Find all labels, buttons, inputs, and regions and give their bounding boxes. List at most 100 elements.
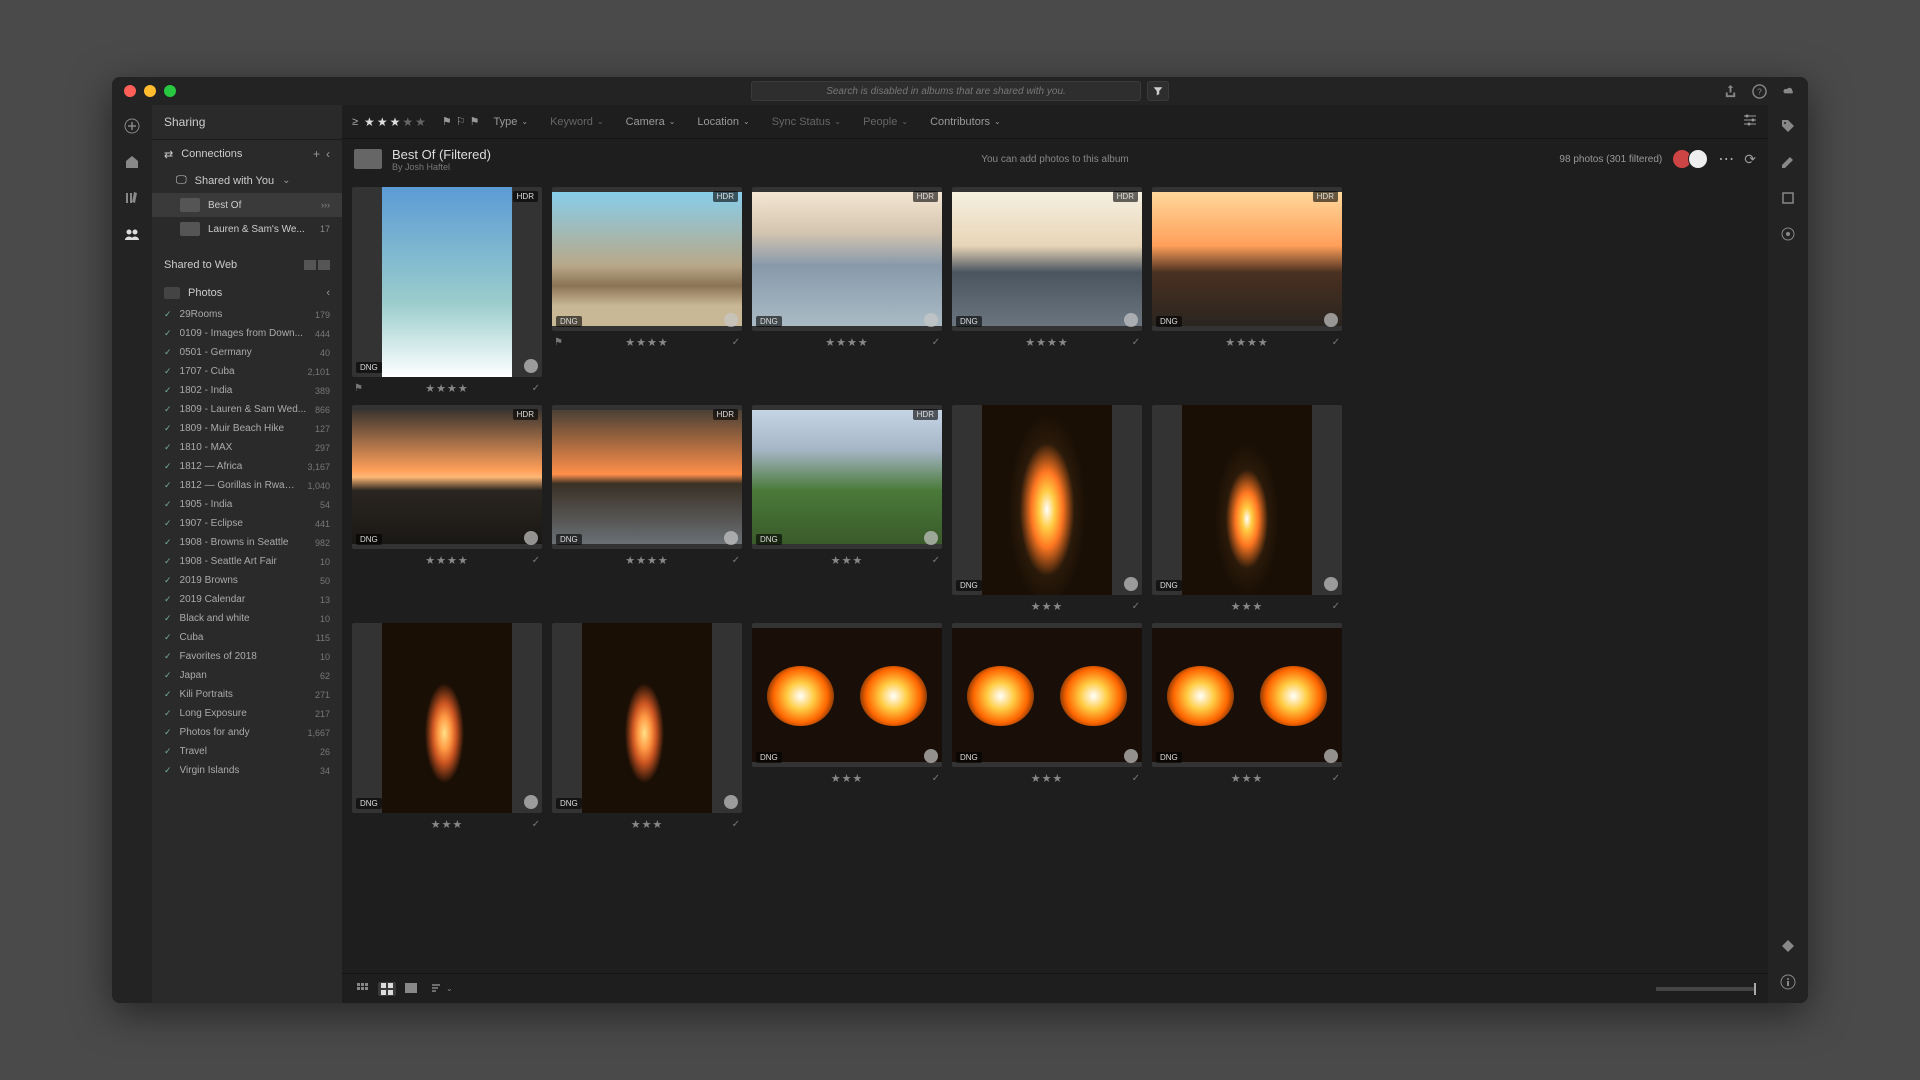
web-album-item[interactable]: ✓ Travel 26 [152,742,342,761]
web-album-item[interactable]: ✓ 1810 - MAX 297 [152,438,342,457]
photo-cell[interactable]: DNG ★★★ ✓ [952,623,1142,831]
photo-thumbnail[interactable]: HDR DNG [1152,187,1342,331]
photo-thumbnail[interactable]: DNG [952,623,1142,767]
web-album-item[interactable]: ✓ 29Rooms 179 [152,305,342,324]
photo-thumbnail[interactable]: DNG [1152,405,1342,595]
photo-thumbnail[interactable]: DNG [752,623,942,767]
rating-stars[interactable]: ★★★ [1031,772,1064,785]
refresh-icon[interactable]: ⟳ [1744,151,1756,168]
target-icon[interactable] [1779,225,1797,243]
rating-stars[interactable]: ★★★★ [625,336,668,349]
rating-stars[interactable]: ★★★ [831,772,864,785]
photo-cell[interactable]: DNG ★★★ ✓ [752,623,942,831]
flag-pick-icon[interactable]: ⚑ [442,115,452,128]
web-album-item[interactable]: ✓ 2019 Calendar 13 [152,590,342,609]
search-input[interactable]: Search is disabled in albums that are sh… [751,81,1141,101]
shared-album-item[interactable]: Lauren & Sam's We... 17 [152,217,342,241]
sidebar-view-toggles[interactable] [304,260,330,270]
rating-stars[interactable]: ★★★★ [625,554,668,567]
photo-cell[interactable]: DNG ★★★ ✓ [952,405,1142,613]
filter-type[interactable]: Type⌄ [486,116,537,128]
rating-stars[interactable]: ★★★★ [425,382,468,395]
web-album-item[interactable]: ✓ 1707 - Cuba 2,101 [152,362,342,381]
web-album-item[interactable]: ✓ 1809 - Muir Beach Hike 127 [152,419,342,438]
photo-thumbnail[interactable]: DNG [552,623,742,813]
filter-button[interactable] [1147,81,1169,101]
sharing-icon[interactable] [123,225,141,243]
rating-stars[interactable]: ★★★ [431,818,464,831]
web-album-item[interactable]: ✓ Black and white 10 [152,609,342,628]
photo-thumbnail[interactable]: HDR DNG [552,405,742,549]
grid-toggle-icon[interactable] [304,260,316,270]
web-album-item[interactable]: ✓ Cuba 115 [152,628,342,647]
photo-grid[interactable]: HDR DNG ⚑ ★★★★ ✓ HDR DNG ⚑ ★★★★ ✓ [342,179,1768,973]
rating-stars[interactable]: ★★★★ [1025,336,1068,349]
photo-cell[interactable]: HDR DNG ★★★★ ✓ [752,187,942,395]
library-icon[interactable] [123,189,141,207]
share-icon[interactable] [1723,84,1738,99]
web-album-item[interactable]: ✓ 1812 — Africa 3,167 [152,457,342,476]
rating-stars[interactable]: ★★★ [1231,600,1264,613]
flag-filter[interactable]: ⚑ ⚐ ⚑ [442,115,480,128]
cloud-icon[interactable] [1781,84,1796,99]
edit-icon[interactable] [1779,153,1797,171]
web-album-item[interactable]: ✓ 1908 - Browns in Seattle 982 [152,533,342,552]
view-single-icon[interactable] [402,982,420,996]
connections-row[interactable]: ⇄ Connections + ‹ [152,140,342,168]
web-album-item[interactable]: ✓ Kili Portraits 271 [152,685,342,704]
filter-contributors[interactable]: Contributors⌄ [922,116,1009,128]
photo-thumbnail[interactable]: DNG [952,405,1142,595]
photo-cell[interactable]: DNG ★★★ ✓ [1152,623,1342,831]
photo-cell[interactable]: DNG ★★★ ✓ [352,623,542,831]
rating-comparator[interactable]: ≥ [352,116,358,128]
help-icon[interactable]: ? [1752,84,1767,99]
photo-thumbnail[interactable]: HDR DNG [752,405,942,549]
view-small-grid-icon[interactable] [354,982,372,996]
photo-thumbnail[interactable]: HDR DNG [752,187,942,331]
photo-cell[interactable]: HDR DNG ★★★★ ✓ [552,405,742,613]
filter-people[interactable]: People⌄ [855,116,916,128]
photos-row[interactable]: Photos ‹ [152,281,342,305]
web-album-item[interactable]: ✓ 0501 - Germany 40 [152,343,342,362]
more-menu-button[interactable]: ⋯ [1718,149,1734,169]
close-window-button[interactable] [124,85,136,97]
web-album-item[interactable]: ✓ Long Exposure 217 [152,704,342,723]
filter-camera[interactable]: Camera⌄ [618,116,684,128]
web-album-item[interactable]: ✓ 0109 - Images from Down... 444 [152,324,342,343]
list-toggle-icon[interactable] [318,260,330,270]
web-album-item[interactable]: ✓ 1802 - India 389 [152,381,342,400]
photo-cell[interactable]: HDR DNG ★★★★ ✓ [352,405,542,613]
rating-stars[interactable]: ★★★ [1231,772,1264,785]
contributor-avatars[interactable] [1672,149,1708,169]
web-album-item[interactable]: ✓ Favorites of 2018 10 [152,647,342,666]
rating-stars[interactable]: ★★★ [631,818,664,831]
star-filter[interactable]: ★★★★★ [364,115,426,129]
photo-thumbnail[interactable]: HDR DNG [352,187,542,377]
view-grid-icon[interactable] [378,982,396,996]
home-icon[interactable] [123,153,141,171]
tag-icon[interactable] [1779,117,1797,135]
info-icon[interactable] [1779,973,1797,991]
rating-stars[interactable]: ★★★★ [825,336,868,349]
photo-thumbnail[interactable]: HDR DNG [552,187,742,331]
photo-thumbnail[interactable]: DNG [352,623,542,813]
photo-cell[interactable]: DNG ★★★ ✓ [1152,405,1342,613]
photo-cell[interactable]: HDR DNG ⚑ ★★★★ ✓ [552,187,742,395]
photo-thumbnail[interactable]: HDR DNG [952,187,1142,331]
web-album-item[interactable]: ✓ 1809 - Lauren & Sam Wed... 866 [152,400,342,419]
rating-stars[interactable]: ★★★ [831,554,864,567]
filter-location[interactable]: Location⌄ [689,116,757,128]
shared-album-item[interactable]: Best Of ››› [152,193,342,217]
photo-cell[interactable]: HDR DNG ★★★★ ✓ [1152,187,1342,395]
photo-cell[interactable]: HDR DNG ⚑ ★★★★ ✓ [352,187,542,395]
photo-thumbnail[interactable]: HDR DNG [352,405,542,549]
rating-stars[interactable]: ★★★★ [425,554,468,567]
web-album-item[interactable]: ✓ 1812 — Gorillas in Rwanda 1,040 [152,476,342,495]
keyword-tag-icon[interactable] [1779,937,1797,955]
photo-cell[interactable]: HDR DNG ★★★★ ✓ [952,187,1142,395]
shared-with-you-row[interactable]: 🖵 Shared with You ⌄ [152,168,342,193]
minimize-window-button[interactable] [144,85,156,97]
zoom-slider[interactable] [1656,987,1756,991]
web-album-item[interactable]: ✓ 1908 - Seattle Art Fair 10 [152,552,342,571]
filter-keyword[interactable]: Keyword⌄ [542,116,612,128]
